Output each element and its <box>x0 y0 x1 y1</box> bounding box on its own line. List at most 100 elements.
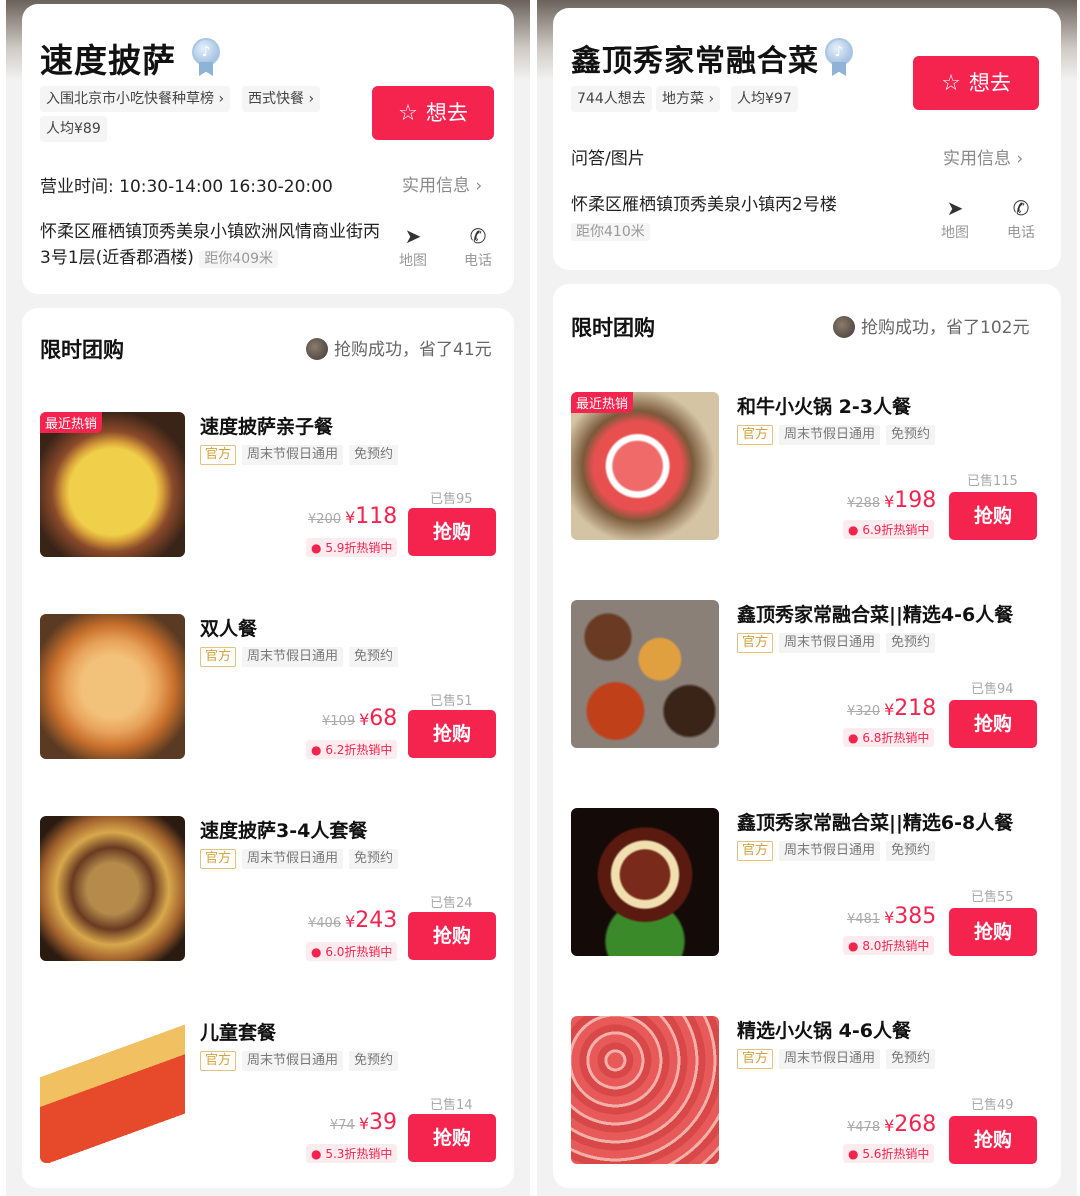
purchase-note-text: 抢购成功，省了102元 <box>861 318 1030 338</box>
address-text: 怀柔区雁栖镇顶秀美泉小镇丙2号楼 <box>571 195 837 215</box>
address[interactable]: 怀柔区雁栖镇顶秀美泉小镇丙2号楼 距你410米 <box>571 192 901 245</box>
original-price: ¥109 <box>322 714 356 729</box>
official-tag: 官方 <box>737 633 774 653</box>
category-tag[interactable]: 地方菜 › <box>656 86 721 112</box>
ranking-tag[interactable]: 入围北京市小吃快餐种草榜 › <box>40 86 231 112</box>
sold-count: 已售115 <box>967 474 1018 489</box>
discount-text: 6.0折热销中 <box>325 945 393 959</box>
practical-info-link[interactable]: 实用信息 › <box>943 144 1023 169</box>
deal-image <box>40 1018 185 1163</box>
official-tag: 官方 <box>737 1049 774 1069</box>
verified-medal-icon: ♪ <box>825 38 853 78</box>
no-reservation-tag: 免预约 <box>886 1049 936 1069</box>
want-to-go-button[interactable]: ☆ 想去 <box>372 86 494 140</box>
deal-item[interactable]: 鑫顶秀家常融合菜||精选6-8人餐 官方 周末节假日通用 免预约 已售55 ¥481… <box>571 808 1041 958</box>
holiday-tag: 周末节假日通用 <box>242 1051 344 1071</box>
discount-text: 5.6折热销中 <box>862 1147 930 1161</box>
buy-button[interactable]: 抢购 <box>949 700 1037 748</box>
discount-text: 5.9折热销中 <box>325 541 393 555</box>
shop-info-card: 速度披萨 ♪ 入围北京市小吃快餐种草榜 › 西式快餐 › 人均¥89 ☆ 想去 营… <box>22 4 514 294</box>
currency-symbol: ¥ <box>345 508 356 527</box>
phone-label: 电话 <box>464 253 492 269</box>
deal-image <box>40 816 185 961</box>
buy-button[interactable]: 抢购 <box>408 710 496 758</box>
original-price: ¥481 <box>847 912 881 927</box>
price: ¥481 ¥385 <box>847 904 936 929</box>
fire-icon: ● <box>311 743 322 757</box>
map-label: 地图 <box>941 225 969 241</box>
currency-symbol: ¥ <box>358 1114 370 1133</box>
practical-info-link[interactable]: 实用信息 › <box>402 171 482 196</box>
deal-title: 鑫顶秀家常融合菜||精选6-8人餐 <box>737 812 1014 834</box>
category-tag[interactable]: 西式快餐 › <box>242 86 321 112</box>
deal-image: 最近热销 <box>40 412 185 557</box>
phone-button[interactable]: ✆ 电话 <box>453 222 503 270</box>
official-tag: 官方 <box>737 841 774 861</box>
currency-symbol: ¥ <box>884 908 895 927</box>
buy-button[interactable]: 抢购 <box>949 492 1037 540</box>
buy-button[interactable]: 抢购 <box>949 1116 1037 1164</box>
price: ¥109 ¥68 <box>322 706 397 731</box>
avg-price-tag: 人均¥89 <box>40 116 107 142</box>
deal-item[interactable]: 双人餐 官方 周末节假日通用 免预约 已售51 ¥109 ¥68 ● 6.2折热销中 … <box>40 614 500 764</box>
deal-title: 速度披萨亲子餐 <box>200 416 334 438</box>
star-icon: ☆ <box>398 101 418 126</box>
deal-item[interactable]: 最近热销 速度披萨亲子餐 官方 周末节假日通用 免预约 已售95 ¥200 ¥118 … <box>40 412 500 562</box>
currency-symbol: ¥ <box>359 710 370 729</box>
avg-price-tag: 人均¥97 <box>731 86 798 112</box>
official-tag: 官方 <box>200 849 237 869</box>
discount-badge: ● 6.0折热销中 <box>306 942 398 961</box>
no-reservation-tag: 免预约 <box>886 633 936 653</box>
fire-icon: ● <box>848 523 859 537</box>
discount-badge: ● 5.3折热销中 <box>306 1144 398 1163</box>
discount-text: 6.2折热销中 <box>325 743 393 757</box>
navigation-arrow-icon: ➤ <box>404 224 422 248</box>
phone-button[interactable]: ✆ 电话 <box>996 194 1046 242</box>
want-to-go-button[interactable]: ☆ 想去 <box>913 56 1039 110</box>
group-deals-card: 限时团购 抢购成功，省了41元 最近热销 速度披萨亲子餐 官方 周末节假日通用 免预… <box>22 308 514 1188</box>
discount-badge: ● 8.0折热销中 <box>843 936 935 955</box>
deal-title: 双人餐 <box>200 618 258 640</box>
no-reservation-tag: 免预约 <box>349 445 399 465</box>
price: ¥288 ¥198 <box>847 488 936 513</box>
hot-badge: 最近热销 <box>40 412 103 433</box>
deal-item[interactable]: 鑫顶秀家常融合菜||精选4-6人餐 官方 周末节假日通用 免预约 已售94 ¥320… <box>571 600 1041 750</box>
deal-item[interactable]: 速度披萨3-4人套餐 官方 周末节假日通用 免预约 已售24 ¥406 ¥243 ● … <box>40 816 500 966</box>
discount-text: 6.9折热销中 <box>862 523 930 537</box>
deal-image <box>571 600 719 748</box>
discount-badge: ● 6.8折热销中 <box>843 728 935 747</box>
deal-item[interactable]: 最近热销 和牛小火锅 2-3人餐 官方 周末节假日通用 免预约 已售115 ¥288… <box>571 392 1041 542</box>
deal-item[interactable]: 儿童套餐 官方 周末节假日通用 免预约 已售14 ¥74 ¥39 ● 5.3折热销中 … <box>40 1018 500 1168</box>
section-title: 限时团购 <box>40 338 124 362</box>
currency-symbol: ¥ <box>884 1116 895 1135</box>
address[interactable]: 怀柔区雁栖镇顶秀美泉小镇欧洲风情商业街丙3号1层(近香郡酒楼) 距你409米 <box>40 219 380 272</box>
discount-text: 5.3折热销中 <box>325 1147 393 1161</box>
buy-button[interactable]: 抢购 <box>949 908 1037 956</box>
opening-hours: 营业时间: 10:30-14:00 16:30-20:00 <box>40 177 333 197</box>
fire-icon: ● <box>848 1147 859 1161</box>
holiday-tag: 周末节假日通用 <box>242 849 344 869</box>
shop-info-card: 鑫顶秀家常融合菜 ♪ 744人想去 地方菜 › 人均¥97 ☆ 想去 问答/图片 … <box>553 8 1061 270</box>
buy-button[interactable]: 抢购 <box>408 508 496 556</box>
want-to-go-label: 想去 <box>968 71 1011 95</box>
section-title: 限时团购 <box>571 316 655 340</box>
buy-button[interactable]: 抢购 <box>408 1114 496 1162</box>
sold-count: 已售24 <box>430 896 473 911</box>
current-price: 218 <box>894 696 937 721</box>
map-button[interactable]: ➤ 地图 <box>388 222 438 270</box>
deal-image <box>571 1016 719 1164</box>
no-reservation-tag: 免预约 <box>886 425 936 445</box>
sold-count: 已售49 <box>971 1098 1014 1113</box>
buy-button[interactable]: 抢购 <box>408 912 496 960</box>
map-button[interactable]: ➤ 地图 <box>930 194 980 242</box>
qa-photos-link[interactable]: 问答/图片 <box>571 144 645 169</box>
fire-icon: ● <box>311 945 322 959</box>
original-price: ¥406 <box>308 916 342 931</box>
currency-symbol: ¥ <box>884 492 895 511</box>
navigation-arrow-icon: ➤ <box>946 196 964 220</box>
no-reservation-tag: 免预约 <box>886 841 936 861</box>
current-price: 198 <box>894 488 937 513</box>
official-tag: 官方 <box>200 1051 237 1071</box>
fire-icon: ● <box>311 541 322 555</box>
deal-item[interactable]: 精选小火锅 4-6人餐 官方 周末节假日通用 免预约 已售49 ¥478 ¥268 ●… <box>571 1016 1041 1166</box>
